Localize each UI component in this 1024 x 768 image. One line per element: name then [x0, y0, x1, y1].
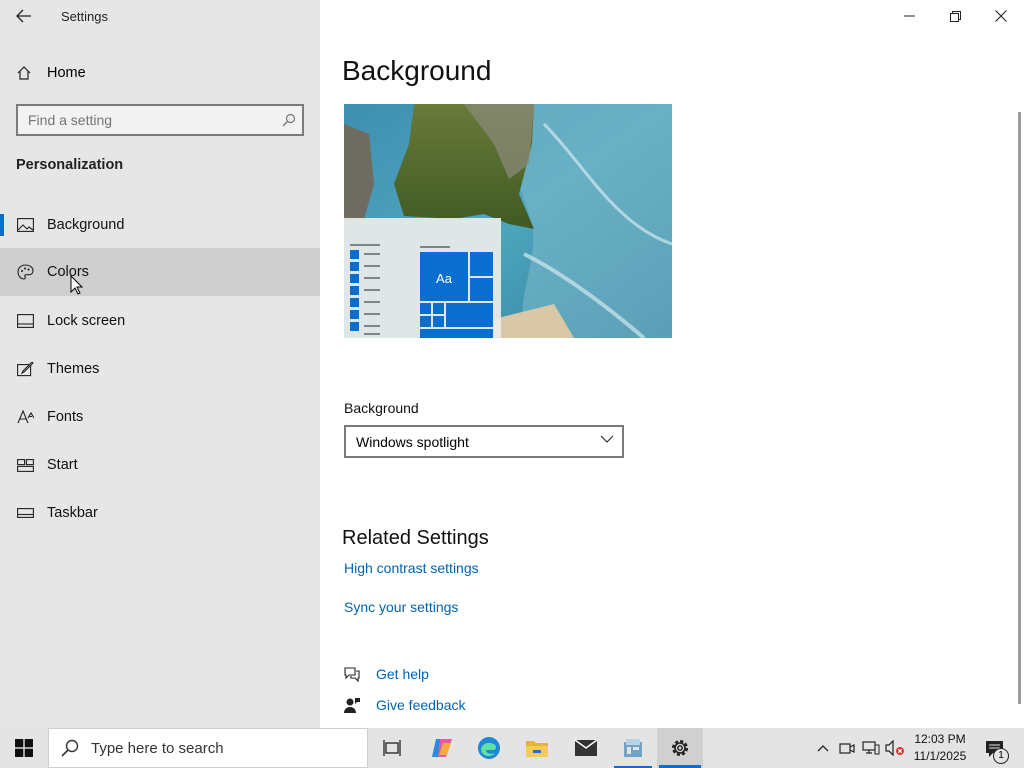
start-button[interactable] — [0, 728, 48, 768]
sidebar-item-background[interactable]: Background — [0, 201, 320, 249]
get-help-label: Get help — [376, 666, 429, 682]
feedback-person-icon — [342, 697, 362, 714]
sidebar-item-lock-screen[interactable]: Lock screen — [0, 297, 320, 345]
taskbar-icon — [16, 508, 34, 518]
section-heading: Personalization — [16, 157, 124, 173]
chevron-down-icon — [600, 435, 614, 443]
volume-muted-icon — [885, 740, 904, 756]
control-panel-icon — [624, 739, 642, 757]
minimize-button[interactable] — [886, 0, 932, 32]
help-chat-icon — [342, 666, 362, 683]
selected-indicator — [0, 214, 4, 236]
give-feedback-link[interactable]: Give feedback — [342, 693, 466, 717]
minimize-icon — [903, 15, 915, 17]
lock-screen-icon — [16, 314, 34, 328]
sidebar-item-label: Background — [47, 217, 125, 233]
sidebar-item-taskbar[interactable]: Taskbar — [0, 489, 320, 537]
edge-browser-icon — [478, 737, 500, 759]
high-contrast-settings-link[interactable]: High contrast settings — [344, 560, 479, 576]
mail-icon — [574, 739, 598, 756]
start-tiles-icon — [16, 458, 34, 472]
search-icon[interactable] — [282, 113, 296, 127]
close-button[interactable] — [978, 0, 1024, 32]
sidebar-item-colors[interactable]: Colors — [0, 248, 320, 296]
mouse-cursor-icon — [70, 275, 83, 295]
taskbar-search-placeholder: Type here to search — [91, 739, 224, 757]
clock-date: 11/1/2025 — [913, 749, 967, 763]
sidebar-item-fonts[interactable]: Fonts — [0, 393, 320, 441]
taskbar-file-explorer[interactable] — [514, 728, 560, 768]
taskbar-settings[interactable] — [657, 728, 703, 768]
give-feedback-label: Give feedback — [376, 697, 466, 713]
brush-icon — [16, 361, 34, 377]
restore-button[interactable] — [932, 0, 978, 32]
sidebar-item-label: Lock screen — [47, 313, 126, 329]
task-view-button[interactable] — [369, 728, 415, 768]
search-input[interactable] — [18, 106, 278, 134]
sidebar-item-themes[interactable]: Themes — [0, 345, 320, 393]
palette-icon — [16, 264, 34, 280]
taskbar-mail[interactable] — [563, 728, 609, 768]
taskbar-clock[interactable]: 12:03 PM 11/1/2025 — [908, 731, 972, 765]
back-button[interactable] — [8, 2, 40, 30]
background-type-dropdown[interactable]: Windows spotlight — [344, 425, 624, 458]
taskbar-control-panel[interactable] — [610, 728, 656, 768]
close-icon — [995, 10, 1007, 22]
sidebar-item-start[interactable]: Start — [0, 441, 320, 489]
clock-time: 12:03 PM — [914, 732, 966, 746]
tray-network-button[interactable] — [861, 738, 881, 758]
get-help-link[interactable]: Get help — [342, 662, 429, 686]
taskbar: Type here to search 12:03 PM 11/1/2025 1 — [0, 728, 1024, 768]
search-icon — [61, 739, 79, 757]
sync-settings-link[interactable]: Sync your settings — [344, 599, 458, 615]
scrollbar[interactable] — [1018, 112, 1021, 704]
background-type-label: Background — [344, 400, 419, 416]
gear-icon — [672, 740, 688, 756]
background-preview: Aa — [344, 104, 672, 338]
taskbar-edge[interactable] — [466, 728, 512, 768]
sidebar-item-label: Fonts — [47, 409, 84, 425]
notification-count: 1 — [998, 750, 1004, 761]
home-icon — [16, 65, 34, 81]
taskbar-search-box[interactable]: Type here to search — [48, 728, 368, 768]
home-link[interactable]: Home — [0, 56, 320, 90]
copilot-icon — [432, 739, 452, 757]
notification-badge: 1 — [993, 748, 1009, 764]
sidebar: Settings Home Personalization Background… — [0, 0, 320, 728]
action-center-button[interactable]: 1 — [982, 737, 1009, 764]
app-title: Settings — [61, 9, 108, 24]
background-preview-image: Aa — [344, 104, 672, 338]
back-arrow-icon — [16, 9, 31, 23]
sidebar-item-label: Start — [47, 457, 78, 473]
taskbar-copilot[interactable] — [419, 728, 465, 768]
windows-logo-icon — [15, 739, 33, 757]
task-view-icon — [383, 740, 401, 756]
preview-tile-text: Aa — [436, 271, 453, 286]
restore-icon — [949, 10, 961, 22]
font-icon — [16, 410, 34, 424]
related-settings-heading: Related Settings — [342, 527, 489, 549]
sidebar-item-label: Themes — [47, 361, 100, 377]
webcam-icon — [839, 743, 855, 754]
tray-volume-button[interactable] — [885, 738, 905, 758]
sidebar-item-label: Taskbar — [47, 505, 98, 521]
home-label: Home — [47, 65, 86, 81]
picture-icon — [16, 218, 34, 232]
settings-search-box[interactable] — [16, 104, 304, 136]
page-title: Background — [342, 55, 492, 86]
file-explorer-icon — [526, 741, 548, 757]
chevron-up-icon — [817, 744, 829, 751]
network-icon — [862, 741, 880, 755]
tray-meet-button[interactable] — [837, 738, 857, 758]
dropdown-value: Windows spotlight — [356, 433, 469, 450]
show-hidden-icons-button[interactable] — [813, 738, 833, 758]
